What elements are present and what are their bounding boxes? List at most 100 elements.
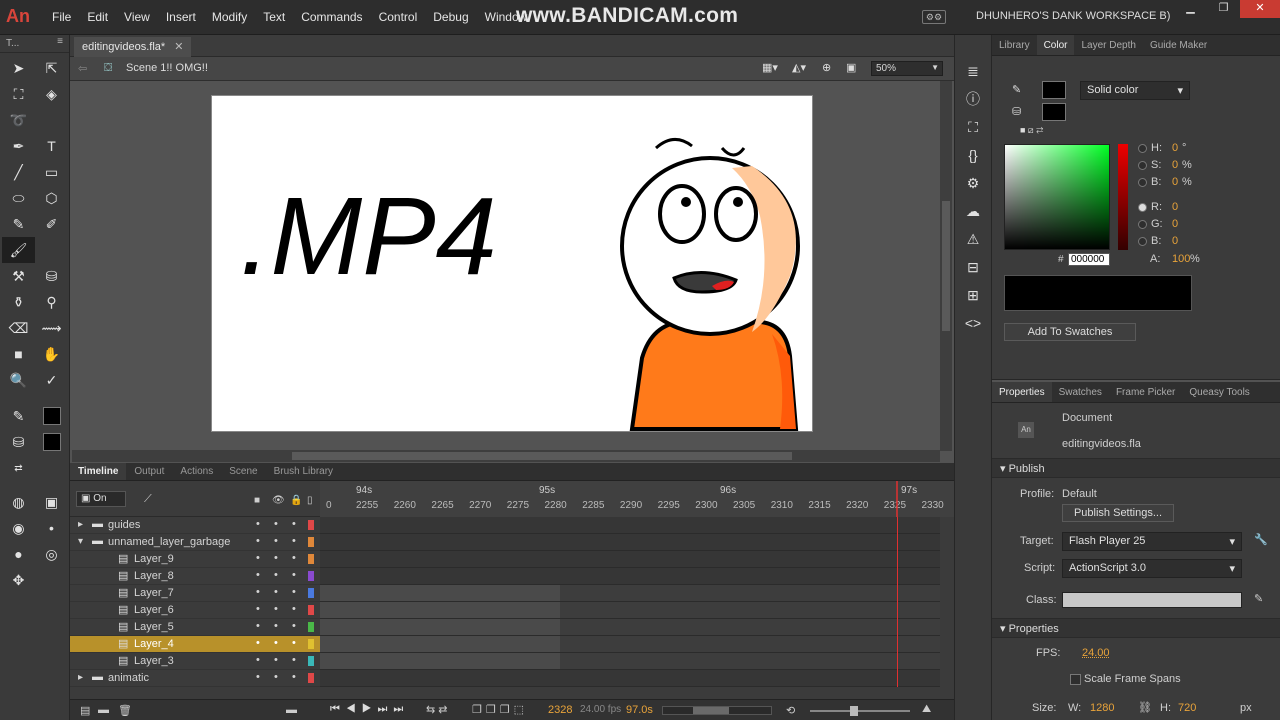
fps-display[interactable]: 24.00 fps bbox=[580, 704, 621, 715]
height-value[interactable]: 720 bbox=[1178, 702, 1196, 714]
workspace-switcher[interactable]: DHUNHERO'S DANK WORKSPACE B) bbox=[976, 10, 1170, 22]
rgb-radio-1[interactable] bbox=[1138, 220, 1147, 229]
hsb-value-0[interactable]: 0 bbox=[1172, 142, 1178, 154]
fps-value[interactable]: 24.00 bbox=[1082, 647, 1110, 659]
fill-color-swatch[interactable] bbox=[35, 429, 68, 455]
frame-row[interactable] bbox=[320, 517, 940, 534]
restore-icon[interactable]: ❐ bbox=[1207, 0, 1240, 18]
menu-commands[interactable]: Commands bbox=[293, 10, 370, 24]
camera-toggle-icon[interactable]: ▬ bbox=[286, 704, 297, 716]
rgb-value-1[interactable]: 0 bbox=[1172, 218, 1178, 230]
brush-shape-icon[interactable]: ● bbox=[2, 541, 35, 567]
rectangle-tool-icon[interactable]: ▭ bbox=[35, 159, 68, 185]
info-icon[interactable]: ⓘ bbox=[955, 85, 991, 113]
layer-color-swatch[interactable] bbox=[308, 673, 314, 683]
width-tool-icon[interactable]: ⟿ bbox=[35, 315, 68, 341]
zoom-dropdown[interactable]: 50% ▼ bbox=[871, 61, 943, 76]
stroke-swatch[interactable] bbox=[1042, 81, 1066, 99]
lock-icon[interactable]: 🔒 bbox=[290, 495, 302, 506]
layer-name[interactable]: Layer_5 bbox=[134, 621, 174, 633]
layer-name[interactable]: Layer_4 bbox=[134, 638, 174, 650]
history-icon[interactable]: ⊞ bbox=[955, 281, 991, 309]
wrench-icon[interactable]: 🔧 bbox=[1254, 533, 1268, 546]
outline-icon[interactable]: ▯ bbox=[307, 495, 313, 506]
brush-mode-icon[interactable]: ◉ bbox=[2, 515, 35, 541]
tab-output[interactable]: Output bbox=[126, 463, 172, 480]
frame-row[interactable] bbox=[320, 653, 940, 670]
layer-color-swatch[interactable] bbox=[308, 520, 314, 530]
lock-dot[interactable]: • bbox=[274, 637, 278, 649]
frame-row[interactable] bbox=[320, 619, 940, 636]
layer-color-swatch[interactable] bbox=[308, 605, 314, 615]
menu-modify[interactable]: Modify bbox=[204, 10, 255, 24]
edit-class-pencil-icon[interactable]: ✎ bbox=[1254, 592, 1263, 605]
graph-icon[interactable]: ⟋ bbox=[144, 493, 152, 506]
stroke-color-pencil-icon[interactable]: ✎ bbox=[2, 403, 35, 429]
selection-tool-icon[interactable]: ➤ bbox=[2, 55, 35, 81]
expand-arrow-icon[interactable]: ▸ bbox=[78, 519, 83, 530]
subselection-tool-icon[interactable]: ⇱ bbox=[35, 55, 68, 81]
hsb-radio-1[interactable] bbox=[1138, 161, 1147, 170]
rgb-value-2[interactable]: 0 bbox=[1172, 235, 1178, 247]
menu-debug[interactable]: Debug bbox=[425, 10, 476, 24]
layer-row[interactable]: ▤ Layer_6 • • • bbox=[70, 602, 320, 619]
tab-properties[interactable]: Properties bbox=[992, 382, 1052, 402]
layer-color-swatch[interactable] bbox=[308, 622, 314, 632]
expand-arrow-icon[interactable]: ▾ bbox=[78, 536, 83, 547]
eraser-tool-icon[interactable]: ⌫ bbox=[2, 315, 35, 341]
outline-dot[interactable]: • bbox=[292, 552, 296, 564]
menu-insert[interactable]: Insert bbox=[158, 10, 204, 24]
visibility-dot[interactable]: • bbox=[256, 671, 260, 683]
brush-size-icon[interactable]: • bbox=[35, 515, 68, 541]
tab-swatches[interactable]: Swatches bbox=[1052, 382, 1109, 402]
layer-row[interactable]: ▤ Layer_9 • • • bbox=[70, 551, 320, 568]
outline-dot[interactable]: • bbox=[292, 671, 296, 683]
visibility-dot[interactable]: • bbox=[256, 552, 260, 564]
code-snippets-icon[interactable]: {} bbox=[955, 141, 991, 169]
visibility-dot[interactable]: • bbox=[256, 518, 260, 530]
workspace-gear-icon[interactable]: ⚙⚙ bbox=[922, 10, 946, 24]
outline-dot[interactable]: • bbox=[292, 535, 296, 547]
stroke-pencil-icon[interactable]: ✎ bbox=[1012, 83, 1021, 96]
layer-name[interactable]: Layer_8 bbox=[134, 570, 174, 582]
layer-row[interactable]: ▤ Layer_4 • • • bbox=[70, 636, 320, 653]
stage-scale-icon[interactable]: ▦▾ bbox=[762, 61, 778, 74]
back-arrow-icon[interactable]: ⇦ bbox=[78, 62, 87, 75]
lock-fill-icon[interactable]: ▣ bbox=[35, 489, 68, 515]
visibility-dot[interactable]: • bbox=[256, 603, 260, 615]
visibility-dot[interactable]: • bbox=[256, 620, 260, 632]
lock-dot[interactable]: • bbox=[274, 535, 278, 547]
pencil-tool-icon[interactable]: ✎ bbox=[2, 211, 35, 237]
layer-color-swatch[interactable] bbox=[308, 571, 314, 581]
rgb-radio-0[interactable] bbox=[1138, 203, 1147, 212]
brush-tool-icon[interactable]: ✐ bbox=[35, 211, 68, 237]
fill-type-dropdown[interactable]: Solid color ▾ bbox=[1080, 81, 1190, 100]
outline-dot[interactable]: • bbox=[292, 654, 296, 666]
outline-dot[interactable]: • bbox=[292, 518, 296, 530]
lock-dot[interactable]: • bbox=[274, 671, 278, 683]
zoom-tool-icon[interactable]: 🔍 bbox=[2, 367, 35, 393]
outline-dot[interactable]: • bbox=[292, 637, 296, 649]
visibility-dot[interactable]: • bbox=[256, 569, 260, 581]
paint-bucket-tool-icon[interactable]: ⛁ bbox=[35, 263, 68, 289]
line-tool-icon[interactable]: ╱ bbox=[2, 159, 35, 185]
text-tool-icon[interactable]: T bbox=[35, 133, 68, 159]
menu-view[interactable]: View bbox=[116, 10, 158, 24]
tab-layer-depth[interactable]: Layer Depth bbox=[1074, 35, 1142, 55]
stage-canvas[interactable]: .MP4 bbox=[211, 95, 813, 432]
color-spectrum[interactable] bbox=[1004, 144, 1110, 250]
new-folder-icon[interactable]: ▬ bbox=[98, 704, 109, 716]
loop-icon[interactable]: ⇆ ⇄ bbox=[426, 703, 448, 716]
eye-icon[interactable]: 👁 bbox=[272, 495, 285, 506]
frame-row[interactable] bbox=[320, 670, 940, 687]
layer-color-swatch[interactable] bbox=[308, 656, 314, 666]
rgb-value-0[interactable]: 0 bbox=[1172, 201, 1178, 213]
scale-spans-checkbox[interactable] bbox=[1070, 674, 1081, 685]
document-tab[interactable]: editingvideos.fla* ✕ bbox=[74, 37, 192, 57]
components-icon[interactable]: ⚙ bbox=[955, 169, 991, 197]
compiler-errors-icon[interactable]: ⚠ bbox=[955, 225, 991, 253]
tab-brush-library[interactable]: Brush Library bbox=[266, 463, 341, 480]
link-icon[interactable]: ⛓ bbox=[1138, 701, 1152, 714]
layer-name[interactable]: Layer_7 bbox=[134, 587, 174, 599]
polystar-tool-icon[interactable]: ⬡ bbox=[35, 185, 68, 211]
